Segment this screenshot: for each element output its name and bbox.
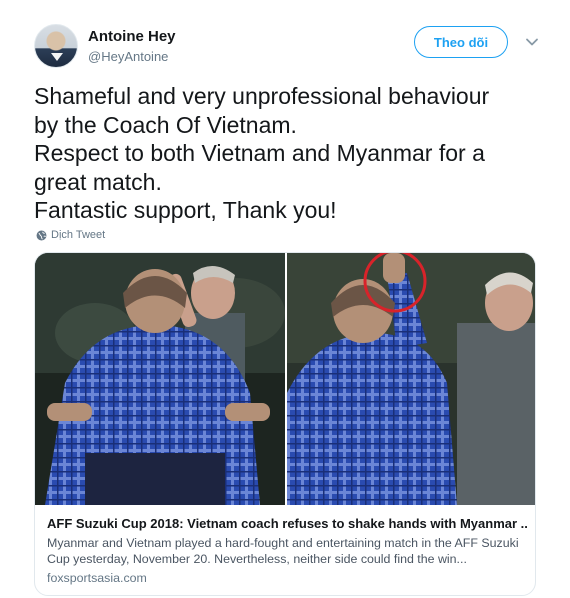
card-image-left (35, 253, 285, 505)
author-handle[interactable]: @HeyAntoine (88, 49, 168, 64)
translate-label: Dịch Tweet (51, 229, 106, 241)
card-domain[interactable]: foxsportsasia.com (47, 571, 147, 585)
card-title[interactable]: AFF Suzuki Cup 2018: Vietnam coach refus… (47, 516, 527, 531)
follow-button[interactable]: Theo dõi (414, 26, 508, 58)
globe-icon (36, 230, 47, 240)
chevron-down-icon[interactable] (524, 34, 540, 50)
link-card[interactable]: AFF Suzuki Cup 2018: Vietnam coach refus… (34, 252, 536, 596)
tweet-text: Shameful and very unprofessional behavio… (34, 83, 490, 223)
translate-tweet-link[interactable]: Dịch Tweet (36, 229, 105, 241)
card-image-right (287, 253, 535, 505)
avatar[interactable] (34, 24, 78, 68)
card-media[interactable] (35, 253, 535, 505)
card-description: Myanmar and Vietnam played a hard-fought… (47, 536, 519, 566)
tweet-header: Antoine Hey @HeyAntoine Theo dõi (34, 22, 554, 72)
tweet-container: Antoine Hey @HeyAntoine Theo dõi Shamefu… (0, 0, 570, 598)
author-name[interactable]: Antoine Hey (88, 28, 176, 45)
